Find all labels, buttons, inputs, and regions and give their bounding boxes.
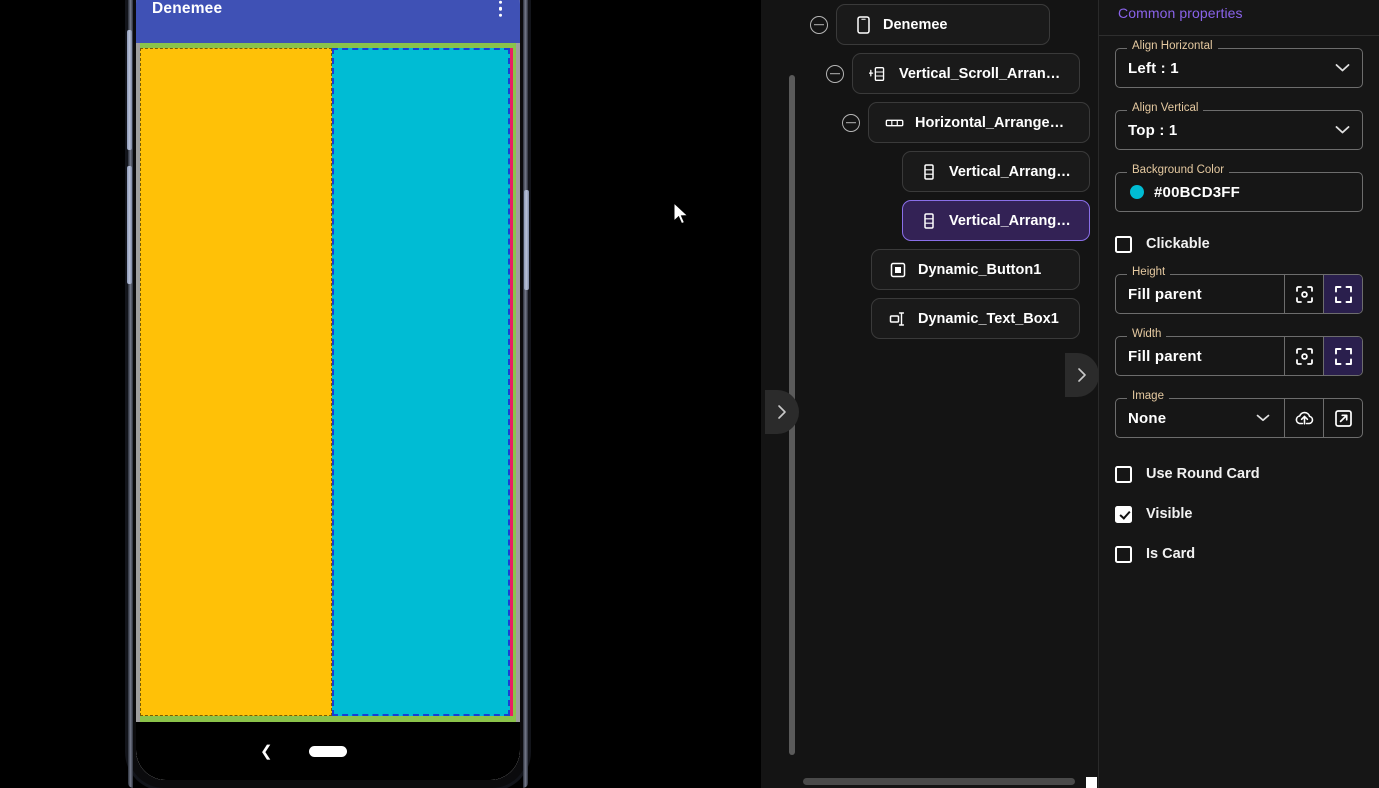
home-pill-icon[interactable] [309, 745, 347, 757]
color-swatch[interactable] [1130, 185, 1144, 199]
visible-checkbox[interactable] [1115, 505, 1132, 523]
width-value: Fill parent [1128, 347, 1202, 365]
align-vertical-select[interactable]: Align Vertical Top : 1 [1115, 102, 1363, 150]
phone-screen: Denemee ❮ [136, 0, 520, 780]
horizontal-arrangement-icon [885, 113, 905, 133]
vertical-scroll-arrangement-icon [869, 64, 889, 84]
collapse-toggle-icon[interactable] [826, 64, 844, 83]
background-color-value: #00BCD3FF [1154, 183, 1240, 201]
visible-label: Visible [1146, 506, 1193, 522]
fill-parent-icon[interactable] [1323, 275, 1362, 313]
image-label: Image [1127, 390, 1169, 403]
fill-parent-icon[interactable] [1323, 337, 1362, 375]
align-vertical-value: Top : 1 [1128, 121, 1178, 139]
tree-node-vertical-scroll-arrangement[interactable]: Vertical_Scroll_Arran… [852, 53, 1080, 94]
chevron-down-icon[interactable] [1256, 409, 1270, 427]
tree-node-vertical-arrangement2[interactable]: Vertical_Arrangement2 [902, 151, 1090, 192]
tree-node-label: Dynamic_Text_Box1 [918, 310, 1059, 327]
phone-icon [853, 15, 873, 35]
image-field[interactable]: Image None [1115, 390, 1363, 438]
vertical-arrangement-icon [919, 162, 939, 182]
is-card-checkbox[interactable] [1115, 545, 1132, 563]
tree-row: Vertical_Scroll_Arran… [800, 53, 1080, 94]
align-horizontal-label: Align Horizontal [1127, 40, 1218, 53]
volume-down-button[interactable] [127, 166, 132, 284]
align-horizontal-select[interactable]: Align Horizontal Left : 1 [1115, 40, 1363, 88]
vertical-scroll-arrangement[interactable] [140, 43, 516, 722]
phone-frame: Denemee ❮ [127, 0, 529, 788]
fit-content-icon[interactable] [1284, 275, 1323, 313]
device-preview-stage: Denemee ❮ [0, 0, 760, 788]
tree-node-dynamic-button1[interactable]: Dynamic_Button1 [871, 249, 1080, 290]
tree-row: Horizontal_Arrangem… [800, 102, 1090, 143]
back-chevron-icon[interactable]: ❮ [260, 744, 273, 759]
mouse-cursor [673, 202, 689, 225]
fit-content-icon[interactable] [1284, 337, 1323, 375]
chevron-down-icon [1335, 62, 1350, 75]
tree-node-label: Horizontal_Arrangem… [915, 114, 1073, 131]
align-horizontal-value: Left : 1 [1128, 59, 1179, 77]
background-color-field[interactable]: Background Color #00BCD3FF [1115, 164, 1363, 212]
width-field[interactable]: Width Fill parent [1115, 328, 1363, 376]
clickable-label: Clickable [1146, 236, 1210, 252]
tree-node-label: Dynamic_Button1 [918, 261, 1042, 278]
app-preview: Denemee ❮ [136, 0, 520, 780]
page-frame [136, 43, 520, 722]
tree-node-label: Denemee [883, 16, 948, 33]
properties-panel: Common properties Align Horizontal Left … [1098, 0, 1379, 788]
cloud-upload-icon[interactable] [1284, 399, 1323, 437]
tree-row: Denemee [800, 4, 1050, 45]
clickable-checkbox[interactable] [1115, 235, 1132, 253]
app-bar-title: Denemee [152, 0, 223, 17]
tree-row: Dynamic_Text_Box1 [800, 298, 1080, 339]
height-field[interactable]: Height Fill parent [1115, 266, 1363, 314]
tree-node-dynamic-text-box1[interactable]: Dynamic_Text_Box1 [871, 298, 1080, 339]
button-icon [888, 260, 908, 280]
is-card-checkbox-row[interactable]: Is Card [1115, 544, 1363, 564]
image-value: None [1128, 409, 1167, 427]
collapse-toggle-icon[interactable] [842, 113, 860, 132]
clickable-checkbox-row[interactable]: Clickable [1115, 234, 1363, 254]
height-label: Height [1127, 266, 1171, 279]
chevron-down-icon [1335, 124, 1350, 137]
tree-node-horizontal-arrangement[interactable]: Horizontal_Arrangem… [868, 102, 1090, 143]
chevron-right-icon [778, 405, 786, 419]
open-external-icon[interactable] [1323, 399, 1362, 437]
app-body: ❮ [136, 43, 520, 780]
app-root: Denemee ❮ Denemee Vertical_Scroll_Arran…… [0, 0, 1379, 788]
tree-node-denemee[interactable]: Denemee [836, 4, 1050, 45]
tree-node-label: Vertical_Arrangement1 [949, 212, 1073, 229]
tree-node-vertical-arrangement1[interactable]: Vertical_Arrangement1 [902, 200, 1090, 241]
volume-up-button[interactable] [127, 30, 132, 150]
background-color-label: Background Color [1127, 164, 1230, 177]
vertical-arrangement2[interactable] [140, 48, 332, 716]
is-card-label: Is Card [1146, 546, 1196, 562]
app-bar: Denemee [136, 0, 520, 43]
phone-rim-right [523, 0, 528, 788]
width-label: Width [1127, 328, 1167, 341]
tree-row: Vertical_Arrangement1 [800, 200, 1090, 241]
power-button[interactable] [524, 190, 529, 290]
horizontal-arrangement[interactable] [140, 48, 513, 716]
visible-checkbox-row[interactable]: Visible [1115, 504, 1363, 524]
use-round-card-checkbox-row[interactable]: Use Round Card [1115, 464, 1363, 484]
use-round-card-label: Use Round Card [1146, 466, 1260, 482]
properties-panel-title: Common properties [1118, 5, 1243, 21]
tree-row: Dynamic_Button1 [800, 249, 1080, 290]
properties-body: Align Horizontal Left : 1 Align Vertical… [1099, 36, 1379, 564]
height-value: Fill parent [1128, 285, 1202, 303]
use-round-card-checkbox[interactable] [1115, 465, 1132, 483]
component-tree: Denemee Vertical_Scroll_Arran… Horizonta… [800, 0, 1098, 788]
tree-node-label: Vertical_Arrangement2 [949, 163, 1073, 180]
align-vertical-label: Align Vertical [1127, 102, 1204, 115]
android-navigation-bar: ❮ [136, 722, 520, 780]
text-box-icon [888, 309, 908, 329]
vertical-arrangement1-selected[interactable] [332, 48, 510, 716]
vertical-arrangement-icon [919, 211, 939, 231]
collapse-toggle-icon[interactable] [810, 15, 828, 34]
tree-node-label: Vertical_Scroll_Arran… [899, 65, 1061, 82]
tree-row: Vertical_Arrangement2 [800, 151, 1090, 192]
more-vertical-icon[interactable] [495, 0, 507, 21]
